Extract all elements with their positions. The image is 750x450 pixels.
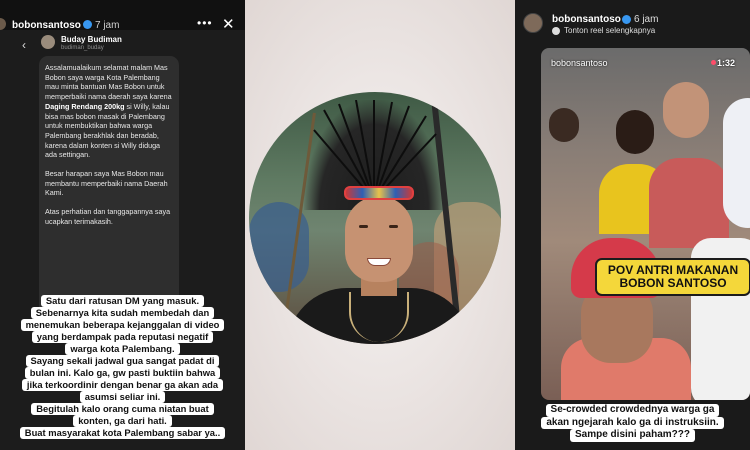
crowd-person bbox=[616, 110, 654, 154]
watch-full-reel-link[interactable]: Tonton reel selengkapnya bbox=[564, 26, 655, 35]
right-story-panel: bobonsantoso 6 jam Tonton reel selengkap… bbox=[515, 0, 750, 450]
caption-line: menemukan beberapa kejanggalan di video bbox=[20, 319, 225, 331]
story-header: bobonsantoso 7 jam ••• ✕ bbox=[0, 0, 245, 40]
dm-sender-handle: budiman_buday bbox=[61, 45, 104, 51]
caption-line: akan ngejarah kalo ga di instruksiin. bbox=[541, 416, 724, 429]
caption-line: yang berdampak pada reputasi negatif bbox=[31, 331, 214, 343]
story-caption: Satu dari ratusan DM yang masuk. Sebenar… bbox=[0, 295, 245, 439]
caption-line: konten, ga dari hati. bbox=[73, 415, 172, 427]
recording-dot-icon bbox=[711, 60, 716, 65]
dm-message-bubble: Assalamualaikum selamat malam Mas Bobon … bbox=[39, 56, 179, 318]
eye bbox=[359, 225, 368, 228]
more-horizontal-icon[interactable]: ••• bbox=[197, 16, 213, 30]
crowd-person-red bbox=[649, 158, 729, 248]
story-collage: ‹ Buday Budiman budiman_buday Assalamual… bbox=[0, 0, 750, 450]
close-icon[interactable]: ✕ bbox=[222, 17, 235, 32]
caption-line: Sampe disini paham??? bbox=[569, 429, 696, 442]
crowd-person bbox=[549, 108, 579, 142]
story-username[interactable]: bobonsantoso bbox=[552, 14, 621, 25]
beaded-headband bbox=[344, 186, 414, 200]
dm-message-paragraph-2: Besar harapan saya Mas Bobon mau membant… bbox=[45, 169, 168, 198]
eye bbox=[389, 225, 398, 228]
portrait-photo bbox=[249, 92, 501, 344]
caption-line: jika terkoordinir dengan benar ga akan a… bbox=[21, 379, 224, 391]
story-caption: Se-crowded crowdednya warga ga akan ngej… bbox=[515, 404, 750, 442]
reel-icon bbox=[552, 27, 560, 35]
caption-line: Buat masyarakat kota Palembang sabar ya.… bbox=[19, 427, 226, 439]
verified-badge-icon bbox=[622, 15, 631, 24]
avatar[interactable] bbox=[523, 13, 543, 33]
caption-line: Begitulah kalo orang cuma niatan buat bbox=[31, 403, 214, 415]
reel-duration: 1:32 bbox=[717, 58, 736, 68]
shared-reel-card[interactable]: bobonsantoso 1:32 POV ANTRI MAKANAN BOBO… bbox=[541, 48, 750, 400]
caption-line: warga kota Palembang. bbox=[65, 343, 180, 355]
caption-line: Sayang sekali jadwal gua sangat padat di bbox=[25, 355, 220, 367]
chevron-left-icon[interactable]: ‹ bbox=[22, 38, 26, 52]
caption-line: Satu dari ratusan DM yang masuk. bbox=[40, 295, 205, 307]
dm-message-paragraph-3: Atas perhatian dan tanggapannya saya uca… bbox=[45, 207, 171, 226]
reel-author: bobonsantoso bbox=[551, 58, 608, 68]
caption-line: bulan ini. Kalo ga, gw pasti buktiin bah… bbox=[24, 367, 221, 379]
caption-line: Sebenarnya kita sudah membedah dan bbox=[30, 307, 215, 319]
caption-line: asumsi seliar ini. bbox=[79, 391, 166, 403]
crowd-person bbox=[663, 82, 709, 138]
dm-message-paragraph-1: Assalamualaikum selamat malam Mas Bobon … bbox=[45, 63, 172, 160]
story-timestamp: 6 jam bbox=[634, 14, 659, 25]
face bbox=[345, 196, 413, 282]
caption-line: Se-crowded crowdednya warga ga bbox=[545, 404, 720, 417]
white-hat-person bbox=[723, 98, 750, 228]
story-timestamp: 7 jam bbox=[95, 20, 120, 31]
portrait-panel bbox=[245, 0, 515, 450]
story-username[interactable]: bobonsantoso bbox=[12, 20, 81, 31]
avatar[interactable] bbox=[0, 18, 6, 30]
verified-badge-icon bbox=[83, 20, 92, 29]
pov-overlay-label: POV ANTRI MAKANAN BOBON SANTOSO bbox=[595, 258, 750, 296]
left-story-panel: ‹ Buday Budiman budiman_buday Assalamual… bbox=[0, 0, 245, 450]
